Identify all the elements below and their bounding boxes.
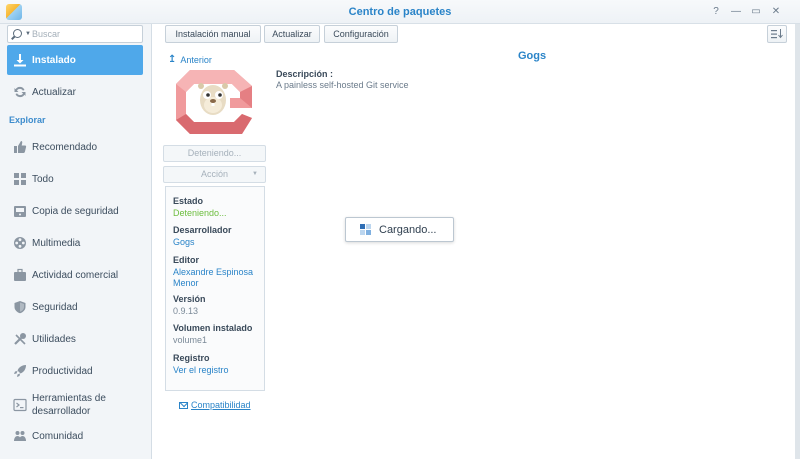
section-label-explore: Explorar <box>9 115 46 125</box>
sidebar: ▼ Instalado Actualizar Explorar Recomend… <box>0 24 152 459</box>
sidebar-item-business[interactable]: Actividad comercial <box>7 260 143 290</box>
search-icon <box>13 29 22 38</box>
view-log-link[interactable]: Ver el registro <box>173 365 265 376</box>
title-bar: Centro de paquetes ? — ▭ ✕ <box>0 0 800 24</box>
developer-link[interactable]: Gogs <box>173 237 265 248</box>
sidebar-item-label: Productividad <box>32 365 93 377</box>
terminal-icon <box>13 398 27 412</box>
search-input[interactable] <box>32 27 140 41</box>
sidebar-item-label: Comunidad <box>32 430 84 442</box>
briefcase-icon <box>13 268 27 282</box>
update-button[interactable]: Actualizar <box>264 25 320 43</box>
loading-icon <box>360 224 371 235</box>
thumbs-up-icon <box>13 140 27 154</box>
sidebar-item-all[interactable]: Todo <box>7 164 143 194</box>
help-icon[interactable]: ? <box>706 5 726 19</box>
settings-button[interactable]: Configuración <box>324 25 398 43</box>
sidebar-item-update[interactable]: Actualizar <box>7 77 143 107</box>
close-icon[interactable]: ✕ <box>766 5 786 19</box>
sidebar-item-community[interactable]: Comunidad <box>7 421 143 451</box>
package-center-window: Centro de paquetes ? — ▭ ✕ ▼ Instalado A… <box>0 0 800 459</box>
sidebar-item-label: Herramientas de desarrollador <box>32 393 106 417</box>
volume-value: volume1 <box>173 335 208 345</box>
mail-icon <box>179 401 188 409</box>
sidebar-item-label: Actualizar <box>32 86 76 98</box>
loading-text: Cargando... <box>379 223 437 236</box>
grid-icon <box>13 172 27 186</box>
search-box[interactable]: ▼ <box>7 25 143 43</box>
maximize-icon[interactable]: ▭ <box>746 5 766 19</box>
sidebar-item-label: Todo <box>32 173 54 185</box>
sidebar-item-multimedia[interactable]: Multimedia <box>7 228 143 258</box>
version-label: Versión <box>173 294 206 304</box>
action-dropdown: Acción ▼ <box>163 166 266 183</box>
loading-indicator: Cargando... <box>345 217 454 242</box>
sidebar-item-installed[interactable]: Instalado <box>7 45 143 75</box>
sort-icon[interactable] <box>767 25 787 43</box>
description-label: Descripción : <box>276 69 334 79</box>
status-label: Estado <box>173 196 204 206</box>
manual-install-button[interactable]: Instalación manual <box>165 25 261 43</box>
window-edge <box>795 24 800 459</box>
status-value: Deteniendo... <box>173 208 227 218</box>
shield-icon <box>13 300 27 314</box>
compatibility-link[interactable]: Compatibilidad <box>179 400 251 410</box>
download-icon <box>13 53 27 67</box>
sidebar-item-label: Recomendado <box>32 141 98 153</box>
package-title: Gogs <box>518 50 547 62</box>
sidebar-item-label: Instalado <box>32 54 76 66</box>
chevron-down-icon[interactable]: ▼ <box>25 31 31 37</box>
publisher-link[interactable]: Alexandre Espinosa Menor <box>173 267 265 289</box>
sidebar-item-label: Seguridad <box>32 301 78 313</box>
sidebar-item-productivity[interactable]: Productividad <box>7 356 143 386</box>
sidebar-item-label: Actividad comercial <box>32 269 119 281</box>
sidebar-item-security[interactable]: Seguridad <box>7 292 143 322</box>
back-label: Anterior <box>180 54 212 65</box>
chevron-down-icon: ▼ <box>252 171 258 177</box>
publisher-label: Editor <box>173 255 199 265</box>
gogs-logo-icon <box>176 70 252 134</box>
compatibility-label: Compatibilidad <box>191 400 251 410</box>
version-value: 0.9.13 <box>173 306 199 316</box>
sidebar-item-label: Utilidades <box>32 333 76 345</box>
sidebar-item-label: Multimedia <box>32 237 81 249</box>
stopping-status-button: Deteniendo... <box>163 145 266 162</box>
action-label: Acción <box>200 169 228 179</box>
tools-icon <box>13 332 27 346</box>
volume-label: Volumen instalado <box>173 323 253 333</box>
refresh-icon <box>13 85 27 99</box>
window-controls: ? — ▭ ✕ <box>706 5 786 19</box>
description-text: A painless self-hosted Git service <box>276 80 409 90</box>
people-icon <box>13 429 27 443</box>
window-title: Centro de paquetes <box>348 6 452 18</box>
backup-icon <box>13 204 27 218</box>
sidebar-item-backup[interactable]: Copia de seguridad <box>7 196 143 226</box>
minimize-icon[interactable]: — <box>726 5 746 19</box>
film-reel-icon <box>13 236 27 250</box>
rocket-icon <box>13 364 27 378</box>
developer-label: Desarrollador <box>173 225 232 235</box>
sidebar-item-recommended[interactable]: Recomendado <box>7 132 143 162</box>
sidebar-item-developer-tools[interactable]: Herramientas de desarrollador <box>7 388 143 422</box>
log-label: Registro <box>173 353 210 363</box>
package-info-panel: Estado Deteniendo... Desarrollador Gogs … <box>165 186 265 391</box>
sidebar-item-label: Copia de seguridad <box>32 205 119 217</box>
sidebar-item-utilities[interactable]: Utilidades <box>7 324 143 354</box>
